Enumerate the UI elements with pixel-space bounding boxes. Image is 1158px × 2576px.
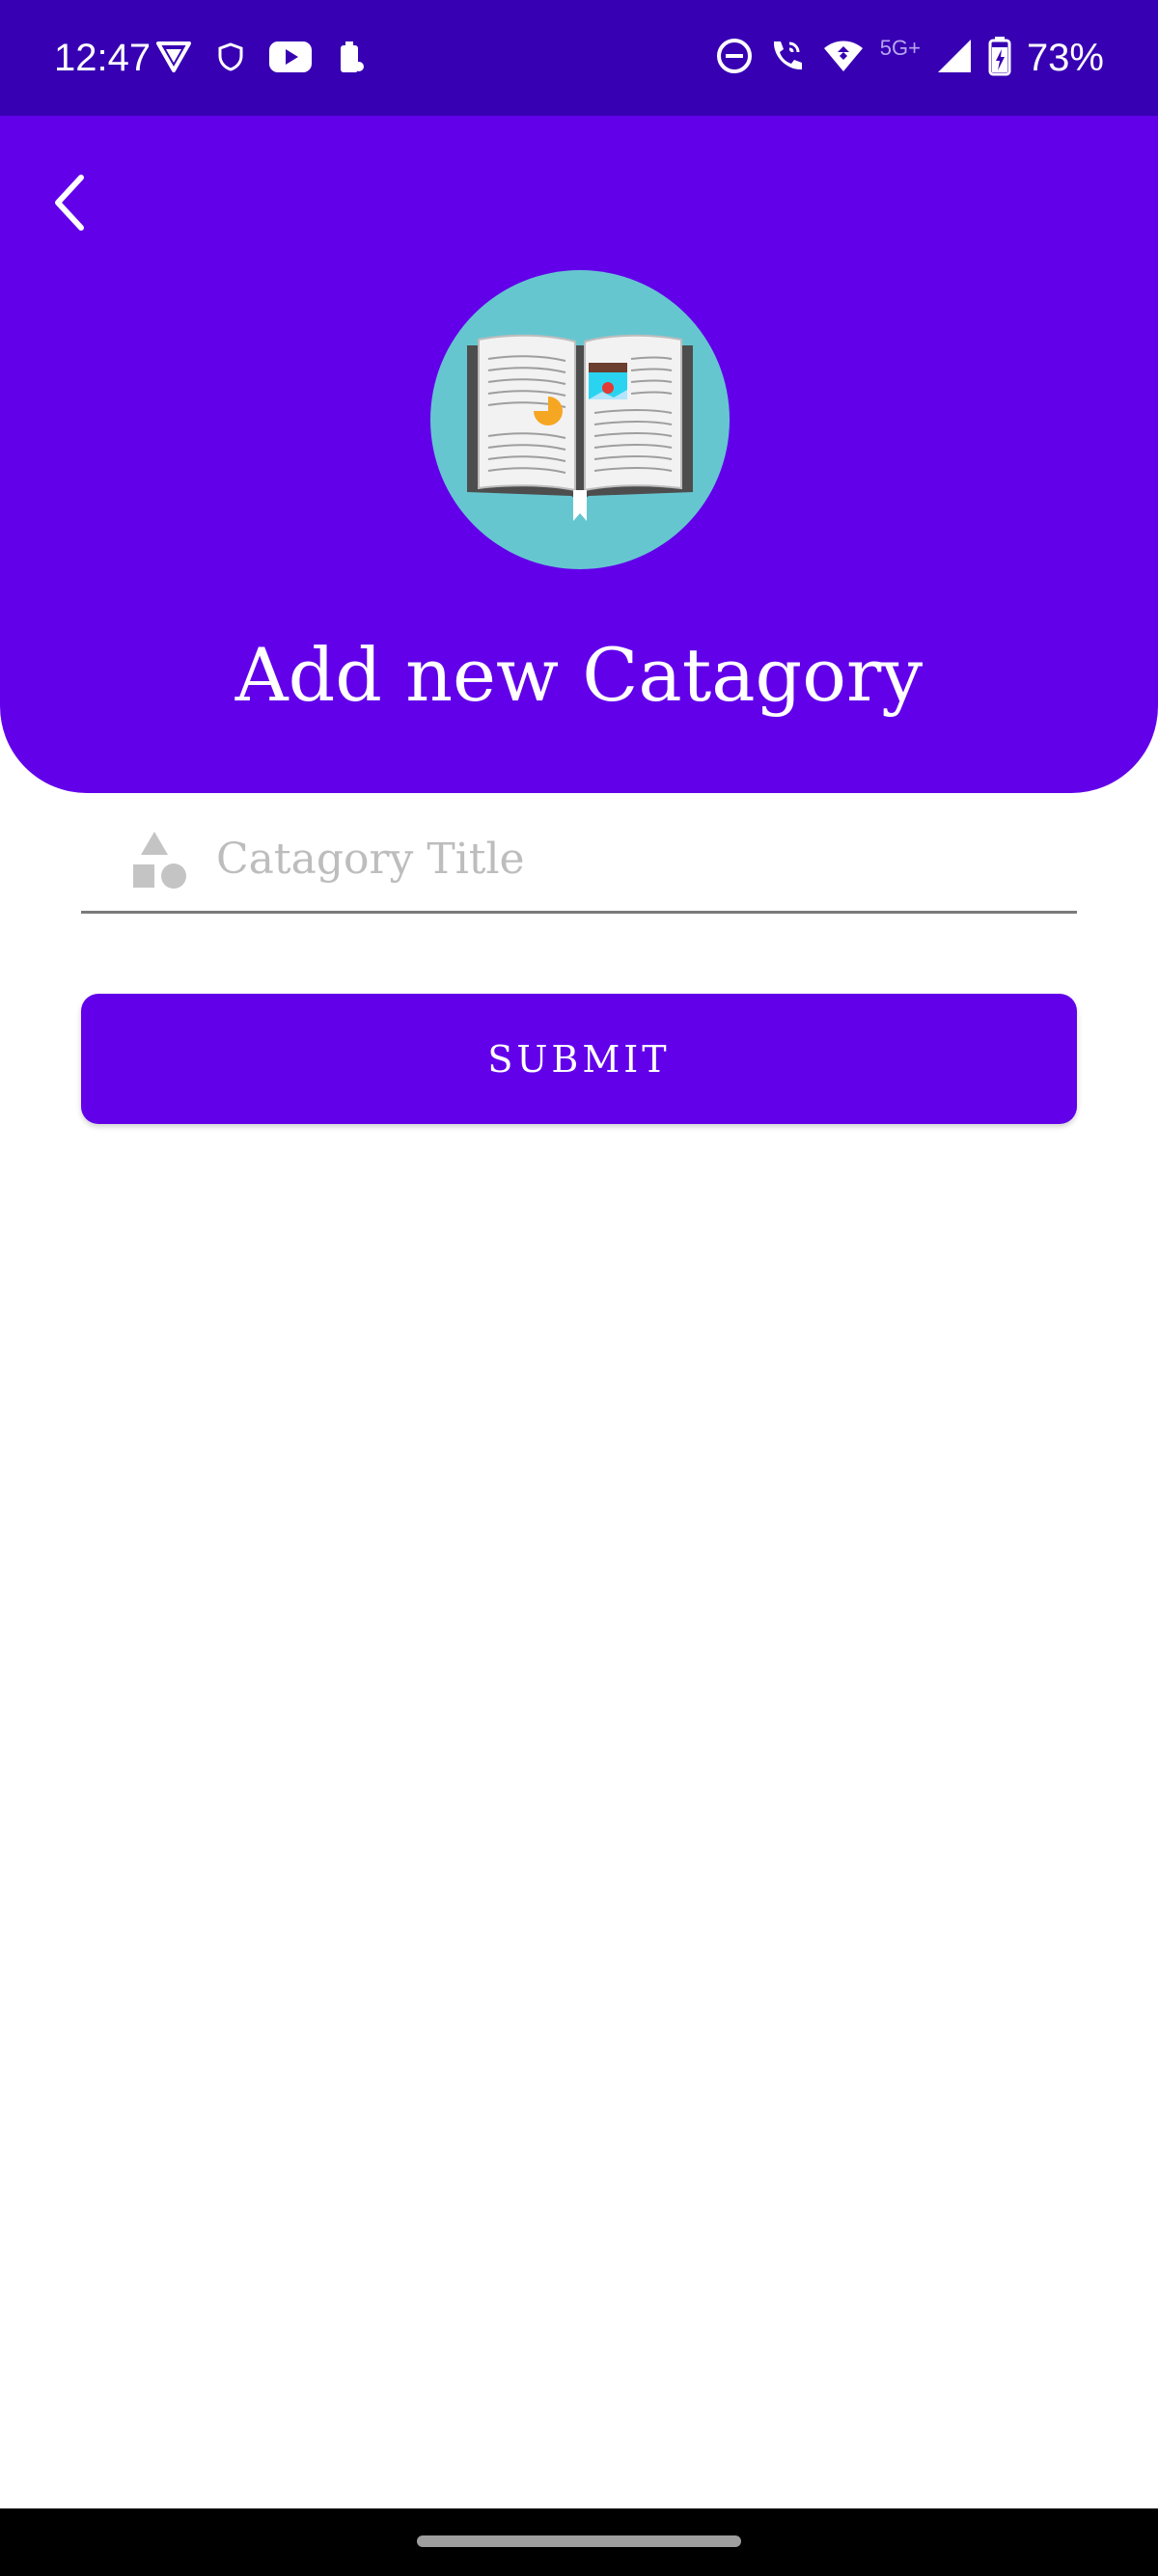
page-title: Add new Catagory — [234, 632, 924, 718]
do-not-disturb-icon — [716, 38, 753, 78]
back-button[interactable] — [39, 164, 100, 241]
shapes-icon — [133, 832, 186, 889]
category-logo — [430, 270, 730, 569]
vpn-icon — [154, 40, 193, 78]
battery-saver-icon — [338, 40, 365, 78]
wifi-calling-icon — [768, 38, 807, 78]
status-system-icons: 5G+ 73% — [716, 33, 1104, 83]
open-book-icon — [467, 334, 693, 521]
home-gesture-handle[interactable] — [417, 2535, 741, 2547]
shield-icon — [218, 42, 243, 75]
network-type-label: 5G+ — [879, 36, 921, 60]
navigation-bar — [0, 2508, 1158, 2576]
cell-signal-icon — [936, 38, 973, 78]
submit-button[interactable]: SUBMIT — [81, 994, 1077, 1124]
youtube-icon — [268, 41, 313, 77]
battery-charging-icon — [988, 36, 1011, 80]
category-title-input[interactable] — [216, 824, 1065, 893]
battery-percentage: 73% — [1026, 37, 1104, 79]
status-bar: 12:47 5G+ 73% — [0, 0, 1158, 116]
status-time: 12:47 — [54, 37, 152, 79]
wifi-icon — [822, 39, 865, 77]
category-title-field — [81, 810, 1077, 914]
status-notification-icons — [154, 37, 365, 81]
chevron-left-icon — [55, 175, 84, 231]
